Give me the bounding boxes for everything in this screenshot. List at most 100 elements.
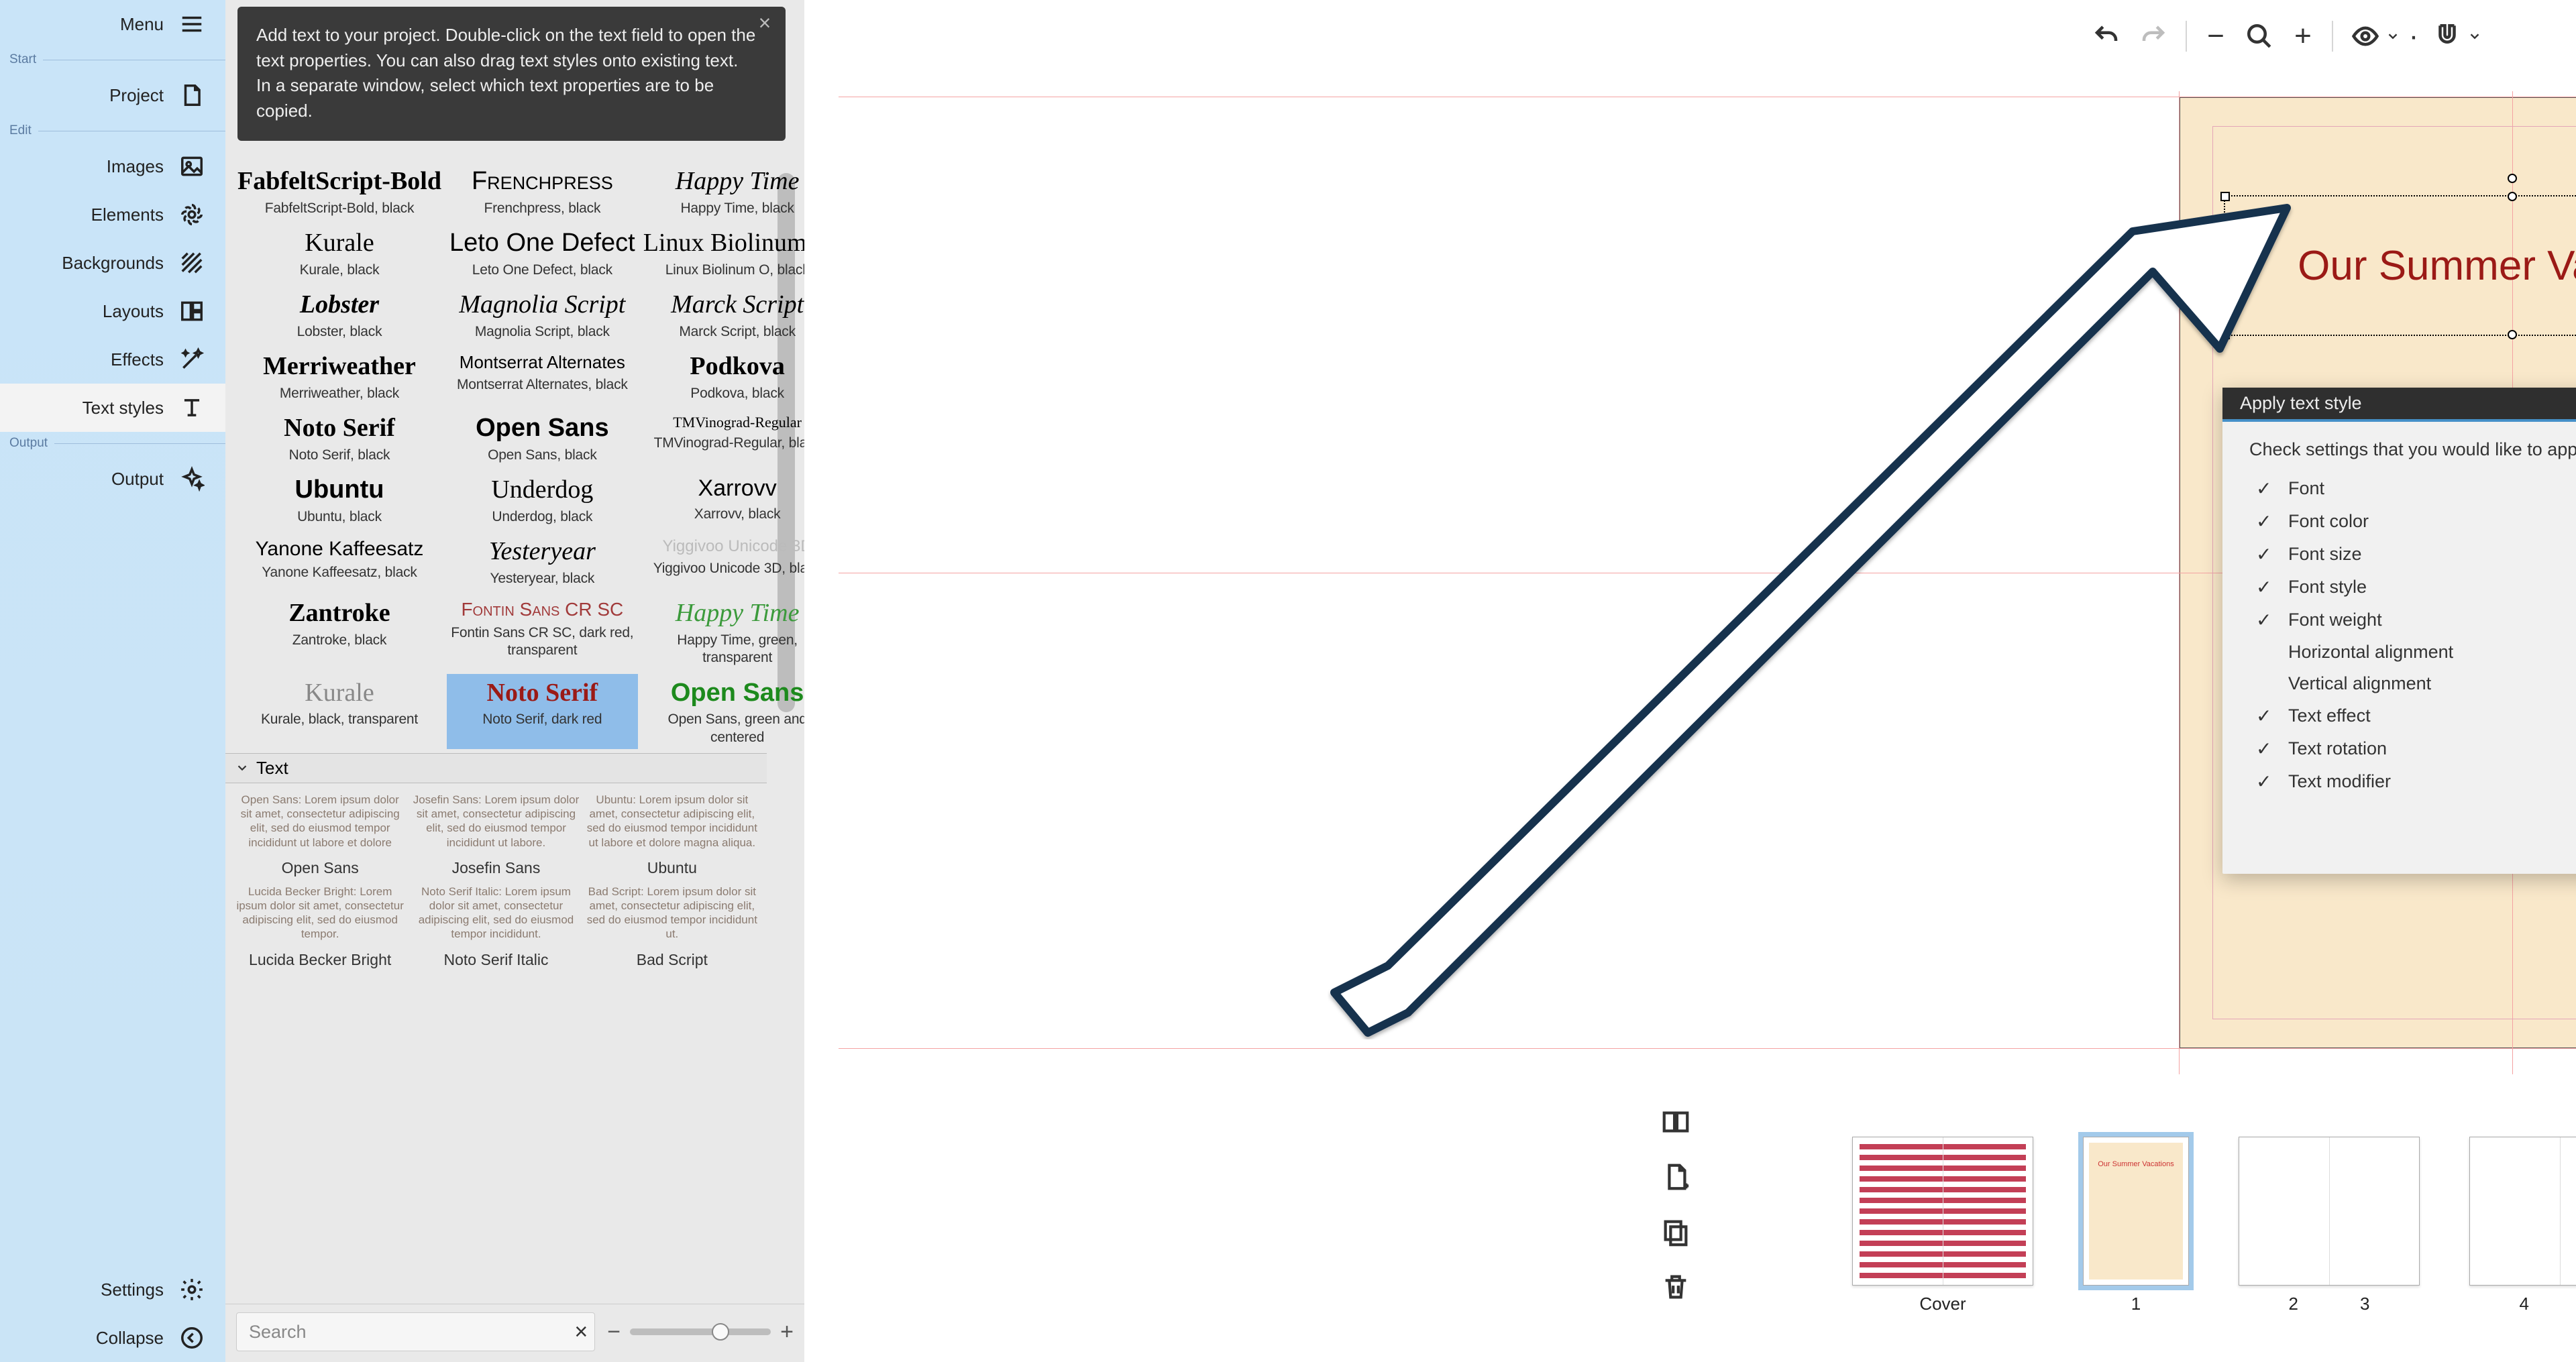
snap-dropdown[interactable] bbox=[2427, 16, 2482, 56]
text-style-card[interactable]: Happy TimeHappy Time, green, transparent bbox=[641, 594, 804, 669]
text-style-card[interactable]: FrenchpressFrenchpress, black bbox=[447, 162, 638, 220]
page-thumbnail[interactable]: Our Summer Vacations1 bbox=[2083, 1137, 2189, 1314]
dialog-option[interactable]: ✓Font bbox=[2249, 472, 2576, 505]
text-style-card[interactable]: Linux Biolinum OLinux Biolinum O, black bbox=[641, 224, 804, 282]
duplicate-page-button[interactable] bbox=[1660, 1216, 1694, 1250]
zoom-slider[interactable] bbox=[630, 1328, 771, 1335]
paragraph-style-card[interactable]: Ubuntu: Lorem ipsum dolor sit amet, cons… bbox=[587, 793, 757, 878]
close-icon[interactable]: × bbox=[753, 13, 776, 36]
checkmark-icon: ✓ bbox=[2256, 609, 2275, 631]
text-style-preview: Noto Serif bbox=[237, 414, 441, 443]
dialog-subtitle: Check settings that you would like to ap… bbox=[2249, 439, 2576, 460]
paragraph-style-card[interactable]: Open Sans: Lorem ipsum dolor sit amet, c… bbox=[235, 793, 405, 878]
sidebar-item-collapse[interactable]: Collapse bbox=[0, 1314, 225, 1362]
sidebar-item-backgrounds[interactable]: Backgrounds bbox=[0, 239, 225, 287]
rotate-handle[interactable] bbox=[2508, 174, 2517, 183]
text-style-card[interactable]: ZantrokeZantroke, black bbox=[235, 594, 444, 669]
text-style-card[interactable]: Montserrat AlternatesMontserrat Alternat… bbox=[447, 347, 638, 405]
undo-button[interactable] bbox=[2086, 16, 2127, 56]
resize-handle-ml[interactable] bbox=[2220, 261, 2230, 270]
dialog-titlebar[interactable]: Apply text style ✕ bbox=[2222, 388, 2576, 422]
text-style-card[interactable]: Yiggivoo Unicode 3DYiggivoo Unicode 3D, … bbox=[641, 532, 804, 590]
page-thumbnail[interactable]: 23 bbox=[2239, 1137, 2420, 1314]
text-style-card[interactable]: Noto SerifNoto Serif, dark red bbox=[447, 674, 638, 749]
text-field[interactable]: Our Summer Vacations bbox=[2224, 195, 2576, 336]
text-style-card[interactable]: XarrovvXarrovv, black bbox=[641, 471, 804, 528]
text-style-caption: Yesteryear, black bbox=[449, 570, 635, 587]
text-style-card[interactable]: Fontin Sans CR SCFontin Sans CR SC, dark… bbox=[447, 594, 638, 669]
text-style-card[interactable]: Noto SerifNoto Serif, black bbox=[235, 409, 444, 467]
sidebar: Menu Start Project Edit Images Elements … bbox=[0, 0, 225, 1362]
text-style-card[interactable]: UnderdogUnderdog, black bbox=[447, 471, 638, 528]
text-style-preview: Ubuntu bbox=[237, 476, 441, 504]
flower-icon bbox=[177, 200, 207, 229]
text-style-preview: Kurale bbox=[237, 679, 441, 707]
text-style-caption: Linux Biolinum O, black bbox=[643, 262, 804, 279]
text-style-caption: Leto One Defect, black bbox=[449, 262, 635, 279]
resize-handle-tl[interactable] bbox=[2220, 192, 2230, 201]
text-style-card[interactable]: Open SansOpen Sans, black bbox=[447, 409, 638, 467]
paragraph-style-card[interactable]: Bad Script: Lorem ipsum dolor sit amet, … bbox=[587, 885, 757, 970]
page-thumbnail-cover[interactable]: Cover bbox=[1852, 1137, 2033, 1314]
dialog-option[interactable]: ✓Font weight bbox=[2249, 604, 2576, 636]
text-style-card[interactable]: TMVinograd-RegularTMVinograd-Regular, bl… bbox=[641, 409, 804, 467]
paragraph-style-card[interactable]: Lucida Becker Bright: Lorem ipsum dolor … bbox=[235, 885, 405, 970]
dialog-option[interactable]: Vertical alignment bbox=[2249, 668, 2576, 699]
text-style-preview: TMVinograd-Regular bbox=[643, 414, 804, 431]
zoom-out-button[interactable]: − bbox=[607, 1319, 621, 1345]
sidebar-item-textstyles[interactable]: Text styles bbox=[0, 384, 225, 432]
paragraph-style-card[interactable]: Josefin Sans: Lorem ipsum dolor sit amet… bbox=[411, 793, 581, 878]
dialog-option[interactable]: ✓Font color bbox=[2249, 505, 2576, 538]
chevron-down-icon bbox=[2385, 29, 2400, 44]
text-style-caption: Zantroke, black bbox=[237, 632, 441, 649]
text-style-card[interactable]: KuraleKurale, black, transparent bbox=[235, 674, 444, 749]
text-style-card[interactable]: KuraleKurale, black bbox=[235, 224, 444, 282]
dialog-option[interactable]: ✓Text rotation bbox=[2249, 732, 2576, 765]
delete-page-button[interactable] bbox=[1660, 1271, 1694, 1305]
sidebar-item-label: Text styles bbox=[83, 398, 164, 418]
dialog-option[interactable]: ✓Text modifier bbox=[2249, 765, 2576, 798]
dialog-option[interactable]: ✓Font size bbox=[2249, 538, 2576, 571]
resize-handle-bm[interactable] bbox=[2508, 330, 2517, 339]
sidebar-item-output[interactable]: Output bbox=[0, 455, 225, 503]
clear-search-icon[interactable]: × bbox=[574, 1319, 588, 1345]
sidebar-item-images[interactable]: Images bbox=[0, 142, 225, 190]
paragraph-style-card[interactable]: Noto Serif Italic: Lorem ipsum dolor sit… bbox=[411, 885, 581, 970]
resize-handle-bl[interactable] bbox=[2220, 330, 2230, 339]
text-style-card[interactable]: Happy TimeHappy Time, black bbox=[641, 162, 804, 220]
sidebar-item-layouts[interactable]: Layouts bbox=[0, 287, 225, 335]
text-style-card[interactable]: Marck ScriptMarck Script, black bbox=[641, 286, 804, 343]
dialog-option[interactable]: ✓Text effect bbox=[2249, 699, 2576, 732]
menu-button[interactable]: Menu bbox=[0, 0, 225, 48]
search-input[interactable]: Search × bbox=[236, 1312, 595, 1351]
text-style-card[interactable]: MerriweatherMerriweather, black bbox=[235, 347, 444, 405]
text-style-card[interactable]: UbuntuUbuntu, black bbox=[235, 471, 444, 528]
sidebar-item-project[interactable]: Project bbox=[0, 71, 225, 119]
text-style-card[interactable]: Open SansOpen Sans, green and centered bbox=[641, 674, 804, 749]
sidebar-item-effects[interactable]: Effects bbox=[0, 335, 225, 384]
text-style-card[interactable]: Magnolia ScriptMagnolia Script, black bbox=[447, 286, 638, 343]
dialog-option[interactable]: ✓Font style bbox=[2249, 571, 2576, 604]
preview-dropdown[interactable] bbox=[2345, 16, 2400, 56]
add-page-button[interactable] bbox=[1660, 1161, 1694, 1195]
text-style-card[interactable]: PodkovaPodkova, black bbox=[641, 347, 804, 405]
sidebar-item-elements[interactable]: Elements bbox=[0, 190, 225, 239]
text-style-card[interactable]: Leto One DefectLeto One Defect, black bbox=[447, 224, 638, 282]
paragraph-style-preview: Ubuntu: Lorem ipsum dolor sit amet, cons… bbox=[587, 793, 757, 852]
spread-toggle-button[interactable] bbox=[1660, 1106, 1694, 1140]
text-style-card[interactable]: YesteryearYesteryear, black bbox=[447, 532, 638, 590]
zoom-in-canvas-button[interactable]: + bbox=[2286, 19, 2320, 53]
redo-button[interactable] bbox=[2133, 16, 2174, 56]
dialog-option[interactable]: Horizontal alignment bbox=[2249, 636, 2576, 668]
page-thumbnail[interactable]: 45 bbox=[2469, 1137, 2576, 1314]
text-style-card[interactable]: LobsterLobster, black bbox=[235, 286, 444, 343]
sidebar-item-settings[interactable]: Settings bbox=[0, 1265, 225, 1314]
text-style-card[interactable]: Yanone KaffeesatzYanone Kaffeesatz, blac… bbox=[235, 532, 444, 590]
section-text-header[interactable]: Text bbox=[225, 753, 767, 783]
zoom-out-canvas-button[interactable]: − bbox=[2199, 19, 2233, 53]
resize-handle-tm[interactable] bbox=[2508, 192, 2517, 201]
zoom-in-button[interactable]: + bbox=[780, 1319, 794, 1345]
dialog-option-label: Text rotation bbox=[2288, 738, 2387, 759]
text-style-card[interactable]: FabfeltScript-BoldFabfeltScript-Bold, bl… bbox=[235, 162, 444, 220]
zoom-fit-button[interactable] bbox=[2239, 16, 2279, 56]
